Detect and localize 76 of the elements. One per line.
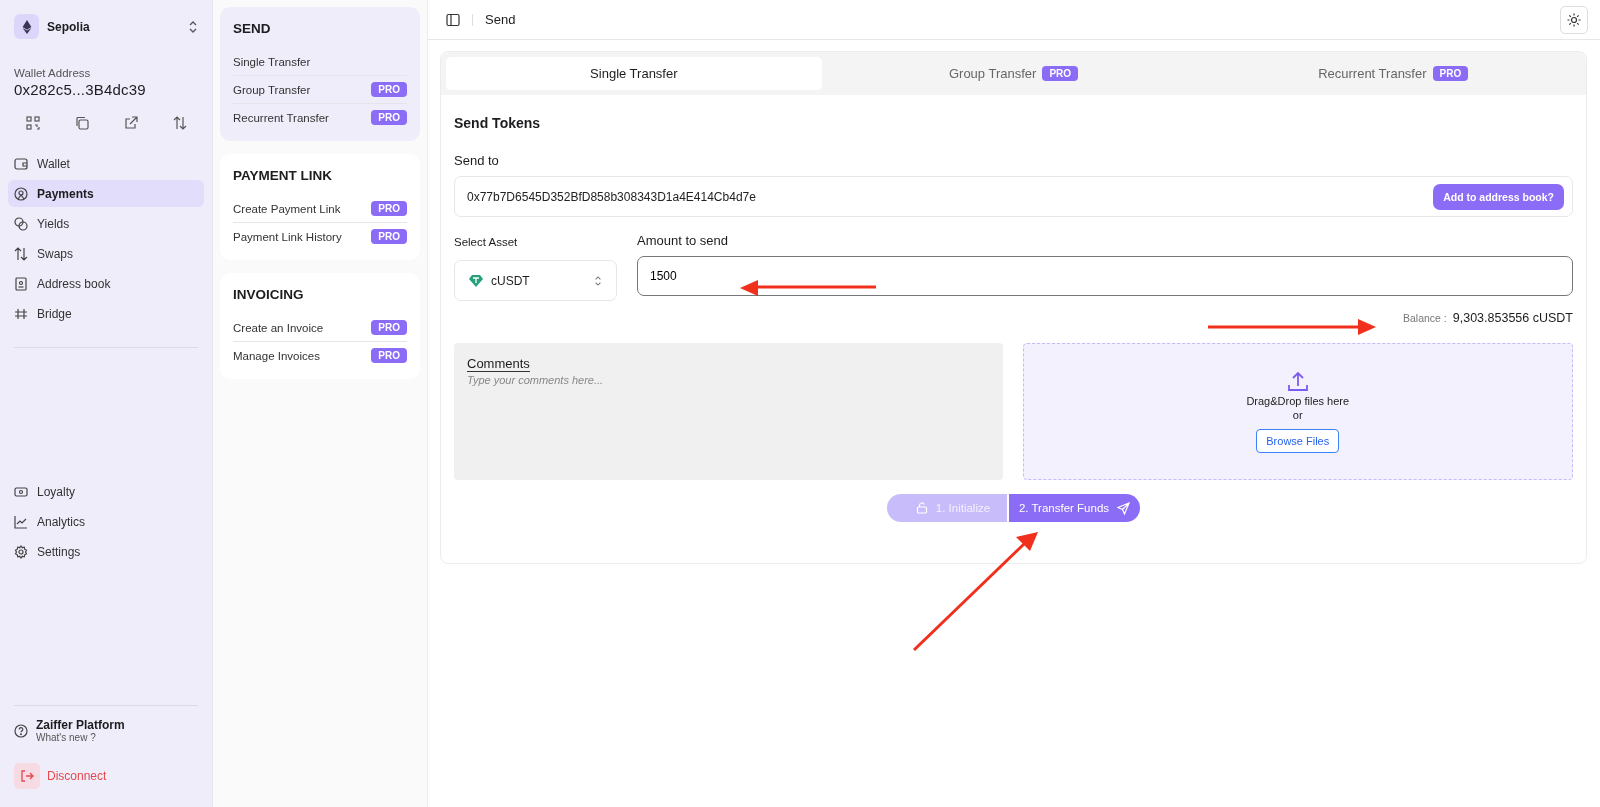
step-button[interactable]: 2. Transfer Funds — [1008, 494, 1141, 522]
logout-icon[interactable] — [14, 763, 40, 789]
ethereum-icon — [14, 14, 39, 39]
tab[interactable]: Recurrent Transfer PRO — [1205, 57, 1581, 90]
menu-section-title: INVOICING — [233, 287, 305, 302]
menu-item[interactable]: Group Transfer — [233, 83, 311, 96]
sun-icon — [1567, 12, 1581, 27]
nav-item[interactable]: Wallet — [8, 150, 204, 177]
menu-item[interactable]: Single Transfer — [233, 55, 311, 68]
select-asset-label: Select Asset — [454, 236, 519, 248]
drop-instructions: Drag&Drop files here — [1246, 394, 1350, 407]
balance-label: Balance : — [1403, 312, 1447, 324]
qr-code-icon[interactable] — [25, 116, 40, 130]
amount-label: Amount to send — [637, 233, 730, 248]
payments-icon — [14, 186, 28, 201]
nav-item[interactable]: Settings — [8, 538, 204, 565]
bridge-icon — [14, 306, 28, 321]
token-icon — [469, 274, 483, 287]
amount-input[interactable]: 1500 — [637, 256, 1573, 296]
wallet-address-label: Wallet Address — [14, 67, 92, 79]
network-selector[interactable]: Sepolia — [8, 14, 204, 39]
pro-badge: PRO — [371, 201, 407, 216]
pro-badge: PRO — [371, 320, 407, 335]
file-drop-zone[interactable]: Drag&Drop files here or Browse Files — [1022, 343, 1573, 480]
nav-item[interactable]: Analytics — [8, 508, 204, 535]
recipient-address-field[interactable]: 0x77b7D6545D352BfD858b308343D1a4E414Cb4d7e Add to address book? — [454, 176, 1573, 217]
add-to-address-book-button[interactable]: Add to address book? — [1433, 183, 1564, 210]
menu-section-title: PAYMENT LINK — [233, 168, 333, 183]
nav-item[interactable]: Bridge — [8, 300, 204, 327]
help-icon — [14, 723, 28, 738]
tab[interactable]: Group Transfer PRO — [825, 57, 1202, 90]
wallet-icon — [14, 156, 28, 171]
swaps-icon — [14, 246, 28, 261]
upload-icon — [1286, 370, 1309, 393]
send-icon — [1117, 501, 1131, 515]
balance-value: 9,303.853556 cUSDT — [1452, 311, 1573, 325]
wallet-address: 0x282c5...3B4dc39 — [14, 81, 147, 98]
platform-title[interactable]: Zaiffer Platform — [36, 718, 125, 732]
menu-item[interactable]: Create an Invoice — [233, 321, 324, 334]
analytics-icon — [14, 514, 28, 529]
chevron-updown-icon — [188, 19, 198, 34]
menu-item[interactable]: Recurrent Transfer — [233, 111, 329, 124]
pro-badge: PRO — [371, 82, 407, 97]
swap-arrows-icon[interactable] — [172, 116, 187, 130]
nav-item[interactable]: Yields — [8, 210, 204, 237]
whats-new-link[interactable]: What's new ? — [36, 732, 125, 743]
copy-icon[interactable] — [74, 116, 89, 130]
page-title: Send — [485, 12, 516, 27]
loyalty-icon — [14, 484, 28, 499]
tab[interactable]: Single Transfer — [446, 57, 822, 90]
menu-item[interactable]: Create Payment Link — [233, 202, 341, 215]
external-link-icon[interactable] — [123, 116, 138, 130]
settings-icon — [14, 544, 28, 559]
pro-badge: PRO — [1432, 66, 1469, 81]
pro-badge: PRO — [1042, 66, 1079, 81]
nav-item[interactable]: Address book — [8, 270, 204, 297]
theme-toggle-button[interactable] — [1560, 5, 1588, 34]
unlock-icon — [915, 502, 928, 514]
nav-item[interactable]: Swaps — [8, 240, 204, 267]
browse-files-button[interactable]: Browse Files — [1256, 428, 1340, 453]
yields-icon — [14, 216, 28, 231]
or-text: or — [1292, 408, 1303, 421]
nav-item[interactable]: Payments — [8, 180, 204, 207]
pro-badge: PRO — [371, 348, 407, 363]
asset-select[interactable]: cUSDT — [454, 260, 617, 301]
chevron-updown-icon — [594, 274, 602, 287]
nav-item[interactable]: Loyalty — [8, 478, 204, 505]
send-to-label: Send to — [454, 153, 500, 168]
menu-section-title: SEND — [233, 21, 272, 36]
book-icon — [14, 276, 28, 291]
menu-item[interactable]: Payment Link History — [233, 230, 342, 243]
menu-item[interactable]: Manage Invoices — [233, 349, 320, 362]
sidebar-toggle-icon[interactable] — [446, 12, 460, 27]
pro-badge: PRO — [371, 110, 407, 125]
form-title: Send Tokens — [454, 115, 542, 131]
pro-badge: PRO — [371, 229, 407, 244]
